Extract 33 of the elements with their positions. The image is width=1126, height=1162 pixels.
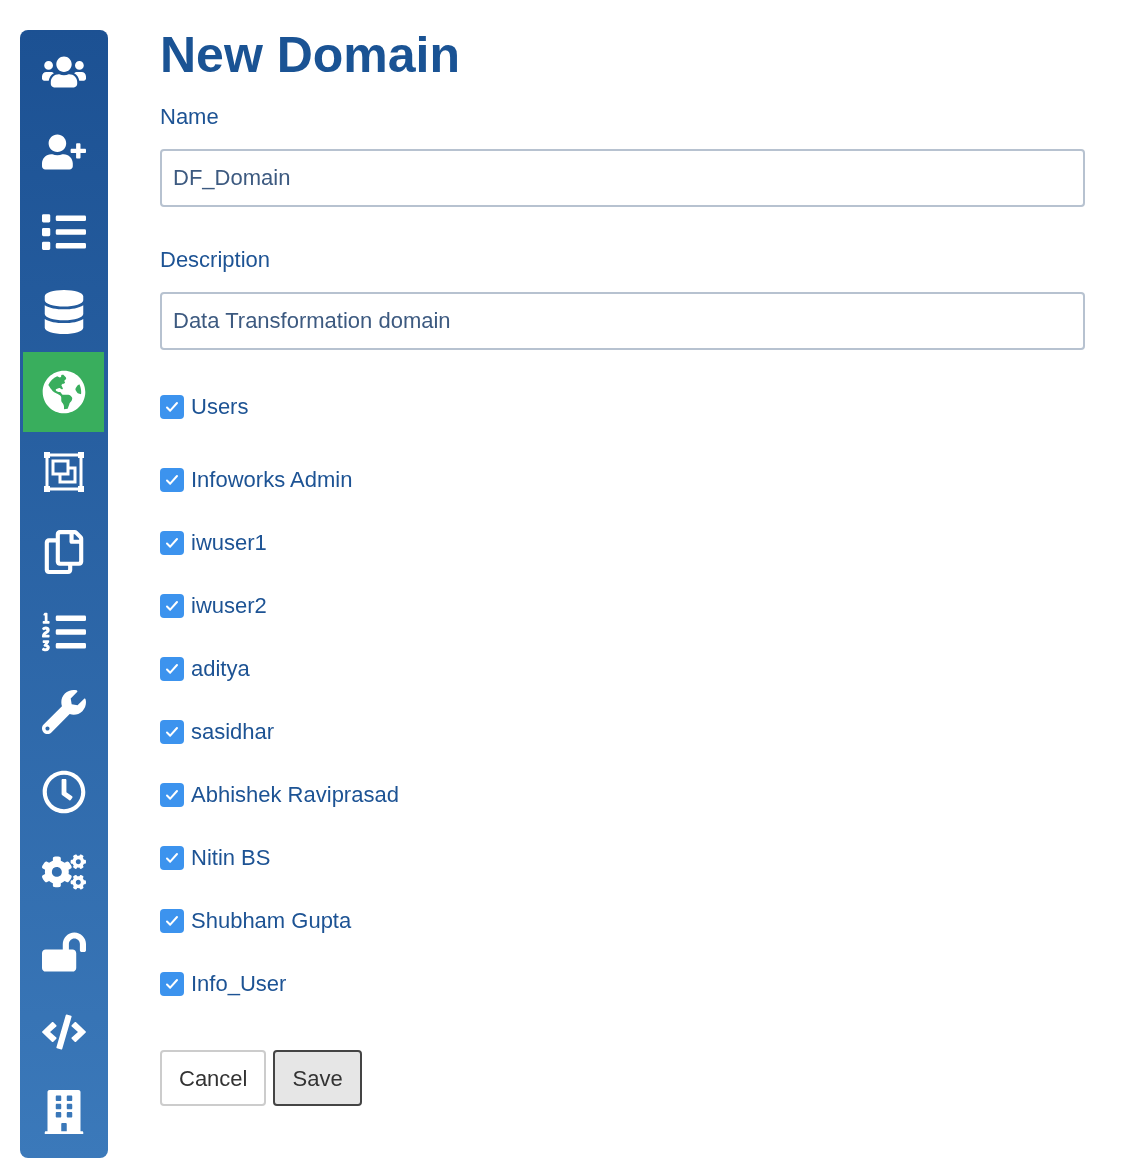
text-field[interactable]: Data Transformation domain <box>160 292 1085 350</box>
checkbox[interactable] <box>160 782 184 807</box>
field-label: Description <box>160 246 272 274</box>
checkbox-label: Shubham Gupta <box>191 907 352 935</box>
checkbox[interactable] <box>160 394 184 419</box>
unlock-icon <box>41 930 86 974</box>
checkbox[interactable] <box>160 971 184 996</box>
numbered-list-icon <box>41 610 86 654</box>
checkbox[interactable] <box>160 467 184 492</box>
checkbox-label: Users <box>191 393 249 421</box>
checkbox-label: sasidhar <box>191 718 275 746</box>
checkbox[interactable] <box>160 593 184 618</box>
cancel-button[interactable]: Cancel <box>160 1050 267 1106</box>
checkbox-label: Infoworks Admin <box>191 466 353 494</box>
checkbox[interactable] <box>160 656 184 681</box>
checkbox[interactable] <box>160 719 184 744</box>
checkbox[interactable] <box>160 908 184 933</box>
checkbox[interactable] <box>160 845 184 870</box>
checkbox-label: Abhishek Raviprasad <box>191 781 399 809</box>
checkbox-label: iwuser1 <box>191 529 267 557</box>
text-field[interactable]: DF_Domain <box>160 149 1085 207</box>
globe-icon <box>41 370 86 414</box>
save-button[interactable]: Save <box>273 1050 362 1106</box>
checkbox-label: Nitin BS <box>191 844 271 872</box>
clock-icon <box>41 770 86 814</box>
page-title: New Domain <box>160 26 462 84</box>
checkbox[interactable] <box>160 530 184 555</box>
frame-icon <box>41 450 86 494</box>
field-label: Name <box>160 103 220 131</box>
checkbox-label: aditya <box>191 655 250 683</box>
wrench-icon <box>41 690 86 734</box>
checkbox-label: iwuser2 <box>191 592 267 620</box>
checkbox-label: Info_User <box>191 970 287 998</box>
